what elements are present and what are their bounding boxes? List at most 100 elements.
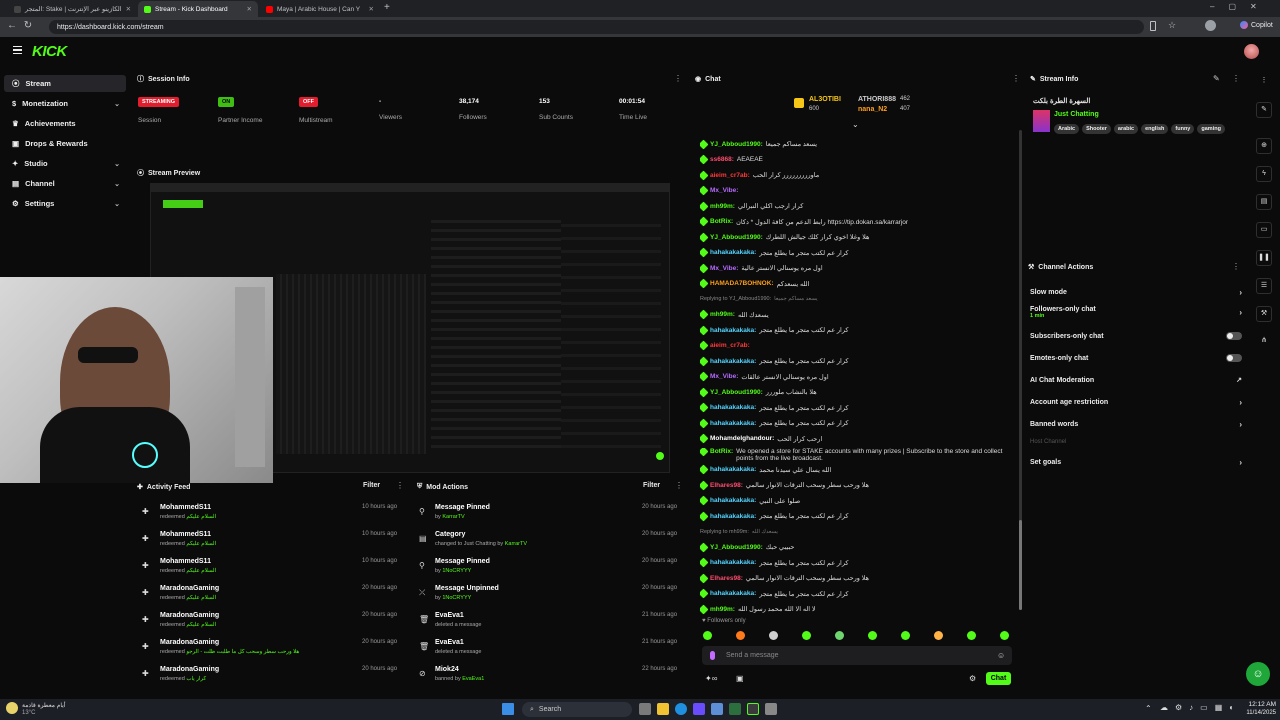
chat-scrollbar[interactable]: [1019, 130, 1022, 610]
system-tray-icons[interactable]: ☁⚙♪▭▦◐: [1160, 703, 1241, 712]
chat-identity-icon[interactable]: [710, 651, 715, 660]
chat-tools-icon[interactable]: ✦∞: [705, 674, 717, 683]
mod-user[interactable]: KarrarTV: [442, 514, 464, 520]
chat-message[interactable]: Mohamdelghandour: ارحب كرار الحب: [700, 433, 1018, 445]
chat-username[interactable]: Replying to mh99m:: [700, 529, 749, 535]
activity-user[interactable]: MaradonaGaming: [160, 666, 219, 673]
chat-username[interactable]: hahakakakaka:: [710, 249, 756, 256]
chat-username[interactable]: Mx_Vibe:: [710, 265, 738, 272]
more-options-icon[interactable]: ⋮: [396, 481, 404, 490]
edit-icon[interactable]: ✎: [1256, 102, 1272, 118]
edge-browser-icon[interactable]: [675, 703, 687, 715]
expand-chevron-icon[interactable]: ⌄: [852, 120, 859, 129]
chat-username[interactable]: hahakakakaka:: [710, 404, 756, 411]
extension-icon[interactable]: [1150, 21, 1156, 31]
chat-message[interactable]: hahakakakaka: الله يسال علي سيدنا محمد: [700, 464, 1018, 476]
chat-username[interactable]: Mohamdelghandour:: [710, 435, 774, 442]
chat-username[interactable]: YJ_Abboud1990:: [710, 234, 763, 241]
chat-message[interactable]: hahakakakaka: كرار عم لكتب متجر ما يطلع م…: [700, 417, 1018, 429]
channel-action-ai-chat-moderation[interactable]: AI Chat Moderation ↗: [1030, 376, 1242, 385]
chat-message[interactable]: YJ_Abboud1990: هلا بالنشاب ملوررر: [700, 386, 1018, 398]
chat-message[interactable]: hahakakakaka: كرار عم لكتب متجر ما يطلع م…: [700, 247, 1018, 259]
emote-icon[interactable]: [934, 631, 943, 640]
chat-username[interactable]: mh99m:: [710, 203, 735, 210]
chat-message[interactable]: mh99m: لا اله الا الله محمد رسول الله: [700, 603, 1018, 615]
chat-message[interactable]: Replying to YJ_Abboud1990: يسعد مساكم جمي…: [700, 293, 1018, 305]
weather-icon[interactable]: [6, 702, 18, 714]
url-input[interactable]: https://dashboard.kick.com/stream: [49, 20, 1144, 34]
sidebar-item-studio[interactable]: ✦ Studio ⌄: [4, 155, 126, 172]
chat-username[interactable]: BotRix:: [710, 448, 733, 455]
chat-message[interactable]: YJ_Abboud1990: هلا وغلا اخوي كرار كلك جيا…: [700, 231, 1018, 243]
chat-message[interactable]: YJ_Abboud1990: يسعد مساكم جميعا: [700, 138, 1018, 150]
top-gifter-name[interactable]: AL3OTIBI: [809, 96, 841, 103]
app-icon[interactable]: [711, 703, 723, 715]
activity-user[interactable]: MaradonaGaming: [160, 585, 219, 592]
chat-username[interactable]: HAMADA7BOHNOK:: [710, 280, 774, 287]
emote-icon[interactable]: [835, 631, 844, 640]
tray-chevron-icon[interactable]: ⌃: [1145, 704, 1152, 713]
hamburger-menu-icon[interactable]: [13, 46, 22, 54]
taskbar-search[interactable]: ⌕ Search: [522, 702, 632, 717]
weather-text[interactable]: أيام معطرة قادمة: [22, 702, 66, 709]
chat-username[interactable]: hahakakakaka:: [710, 559, 756, 566]
chat-username[interactable]: mh99m:: [710, 606, 735, 613]
chat-username[interactable]: ss6868:: [710, 156, 734, 163]
chat-message[interactable]: YJ_Abboud1990: حبيبي حبك: [700, 541, 1018, 553]
chat-message[interactable]: Elhares98: هلا ورحب سطر وسحب الترقات الان…: [700, 479, 1018, 491]
chat-username[interactable]: aieim_cr7ab:: [710, 342, 750, 349]
chat-username[interactable]: BotRix:: [710, 218, 733, 225]
chat-username[interactable]: hahakakakaka:: [710, 590, 756, 597]
chat-username[interactable]: Elhares98:: [710, 575, 743, 582]
kick-logo[interactable]: KICK: [32, 43, 67, 60]
channel-action-subscribers-only-chat[interactable]: Subscribers-only chat: [1030, 332, 1242, 340]
chat-username[interactable]: YJ_Abboud1990:: [710, 141, 763, 148]
emote-icon[interactable]: [802, 631, 811, 640]
stream-tag[interactable]: Shooter: [1082, 124, 1111, 134]
channel-action-account-age-restriction[interactable]: Account age restriction ›: [1030, 398, 1242, 407]
more-options-icon[interactable]: ⋮: [1232, 74, 1240, 83]
file-explorer-icon[interactable]: [657, 703, 669, 715]
settings-gear-icon[interactable]: ⚙: [969, 674, 976, 683]
toggle-switch[interactable]: [1226, 332, 1242, 340]
more-options-icon[interactable]: ⋮: [1256, 74, 1272, 90]
chat-message[interactable]: aieim_cr7ab:: [700, 340, 1018, 352]
sidebar-item-stream[interactable]: ⦿ Stream: [4, 75, 126, 92]
chat-username[interactable]: mh99m:: [710, 311, 735, 318]
chat-message[interactable]: aieim_cr7ab: ماوررررررررر كرار الحب: [700, 169, 1018, 181]
more-options-icon[interactable]: ⋮: [674, 74, 682, 83]
windows-start-icon[interactable]: [502, 703, 514, 715]
close-tab-icon[interactable]: ✕: [247, 5, 252, 13]
share-icon[interactable]: ⋔: [1256, 334, 1272, 350]
chat-message-input[interactable]: Send a message: [702, 646, 1012, 665]
close-tab-icon[interactable]: ✕: [369, 5, 374, 13]
top-gifter-name[interactable]: nana_N2: [858, 106, 887, 113]
chat-message[interactable]: mh99m: كرار ارجب اكلي النبرالي: [700, 200, 1018, 212]
chat-message[interactable]: hahakakakaka: كرار عم لكتب متجر ما يطلع م…: [700, 557, 1018, 569]
document-icon[interactable]: ▤: [1256, 194, 1272, 210]
more-options-icon[interactable]: ⋮: [1012, 74, 1020, 83]
channel-action-emotes-only-chat[interactable]: Emotes-only chat: [1030, 354, 1242, 362]
chat-message[interactable]: hahakakakaka: كرار عم لكتب متجر ما يطلع م…: [700, 324, 1018, 336]
settings-app-icon[interactable]: [765, 703, 777, 715]
more-options-icon[interactable]: ⋮: [675, 481, 683, 490]
chat-message[interactable]: mh99m: يسعدك الله: [700, 309, 1018, 321]
mod-filter-button[interactable]: Filter: [643, 482, 660, 489]
more-options-icon[interactable]: ⋮: [1232, 262, 1240, 271]
reload-icon[interactable]: ↻: [22, 20, 34, 32]
chat-message[interactable]: ss6868: AEAEAE: [700, 154, 1018, 166]
chat-username[interactable]: hahakakakaka:: [710, 420, 756, 427]
lightning-icon[interactable]: ϟ: [1256, 166, 1272, 182]
task-view-icon[interactable]: [639, 703, 651, 715]
sidebar-item-settings[interactable]: ⚙ Settings ⌄: [4, 195, 126, 212]
chat-username[interactable]: YJ_Abboud1990:: [710, 544, 763, 551]
target-icon[interactable]: ⊕: [1256, 138, 1272, 154]
sidebar-item-channel[interactable]: ▤ Channel ⌄: [4, 175, 126, 192]
chat-username[interactable]: Replying to YJ_Abboud1990:: [700, 296, 771, 302]
channel-action-slow-mode[interactable]: Slow mode ›: [1030, 288, 1242, 297]
user-avatar[interactable]: [1244, 44, 1259, 59]
discord-icon[interactable]: [693, 703, 705, 715]
copilot-button[interactable]: Copilot: [1240, 21, 1273, 29]
clock-date[interactable]: 11/14/2025: [1240, 710, 1276, 716]
stream-tag[interactable]: funny: [1171, 124, 1195, 134]
